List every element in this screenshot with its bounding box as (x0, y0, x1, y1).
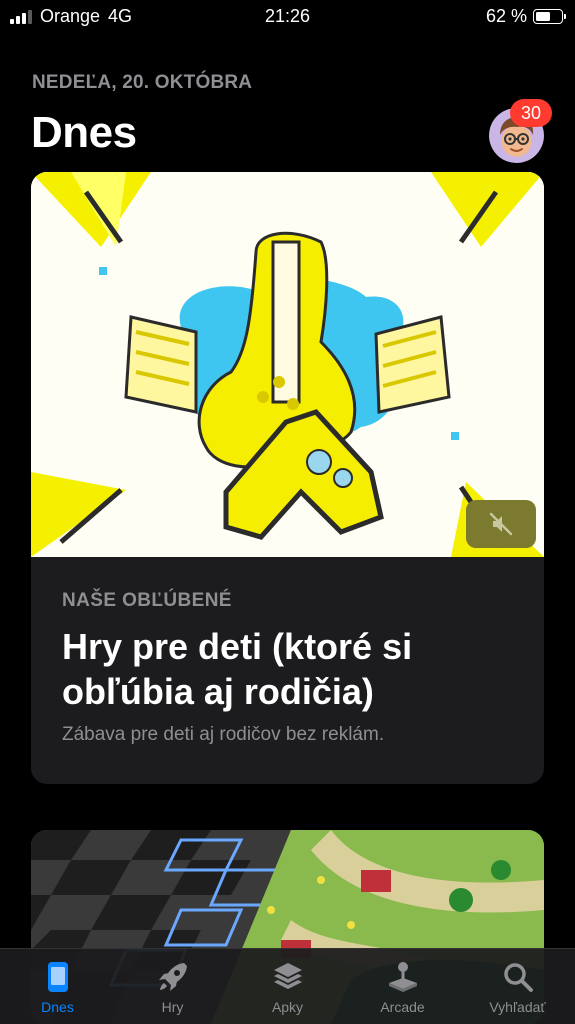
tab-games[interactable]: Hry (115, 949, 230, 1024)
tab-bar: Dnes Hry Apky Arcade Vyhľadať (0, 948, 575, 1024)
battery-percent: 62 % (485, 6, 527, 26)
card-title: Hry pre deti (ktoré si obľúbia aj rodiči… (62, 626, 413, 712)
tab-arcade[interactable]: Arcade (345, 949, 460, 1024)
tab-label: Vyhľadať (489, 999, 546, 1015)
battery-icon (533, 9, 566, 24)
status-bar: Orange 4G 21:26 62 % (0, 0, 575, 34)
status-bar-right: 62 % (485, 6, 566, 27)
notification-badge: 30 (510, 99, 552, 127)
featured-card-text: NAŠE OBĽÚBENÉ Hry pre deti (ktoré si obľ… (62, 590, 520, 746)
card-eyebrow: NAŠE OBĽÚBENÉ (62, 590, 232, 611)
tab-today[interactable]: Dnes (0, 949, 115, 1024)
search-icon (503, 963, 533, 992)
tab-label: Hry (161, 999, 184, 1015)
tab-label: Arcade (380, 999, 425, 1015)
layers-icon (273, 963, 302, 989)
card-subtitle: Zábava pre deti aj rodičov bez reklám. (62, 724, 385, 745)
page-title: Dnes (31, 108, 137, 157)
date-label: NEDEĽA, 20. OKTÓBRA (32, 72, 253, 93)
featured-artwork (31, 172, 544, 557)
mute-toggle-button[interactable] (466, 500, 536, 548)
rocket-icon (158, 963, 187, 991)
featured-story-card[interactable]: NAŠE OBĽÚBENÉ Hry pre deti (ktoré si obľ… (31, 172, 544, 784)
today-icon (47, 962, 68, 992)
tab-apps[interactable]: Apky (230, 949, 345, 1024)
tab-search[interactable]: Vyhľadať (460, 949, 575, 1024)
speaker-muted-icon (489, 512, 513, 536)
joystick-icon (388, 962, 417, 992)
tab-label: Dnes (41, 999, 74, 1015)
tab-label: Apky (271, 999, 304, 1015)
